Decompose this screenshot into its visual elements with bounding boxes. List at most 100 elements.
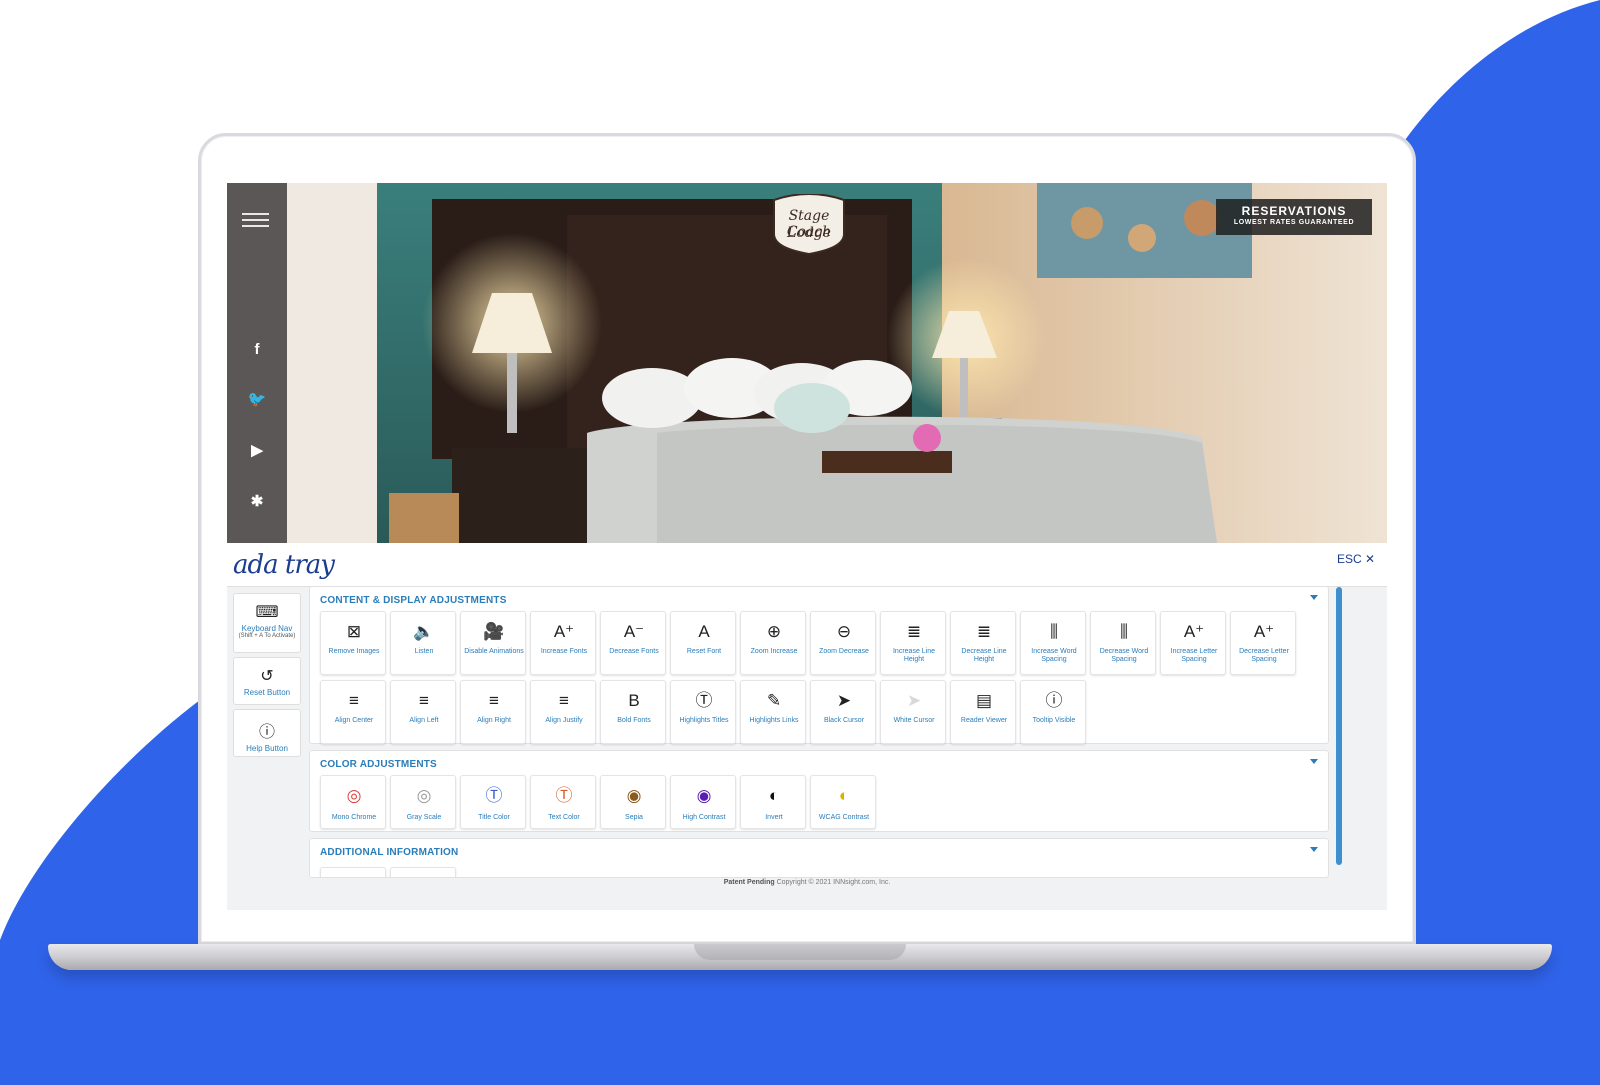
- copyright-text: Copyright © 2021 INNsight.com, Inc.: [774, 879, 891, 886]
- help-button[interactable]: ⓘ Help Button: [233, 709, 301, 757]
- site-left-sidebar: f 🐦 ▶ ✱: [227, 183, 287, 543]
- title-color-button[interactable]: Ⓣ Title Color: [460, 775, 526, 829]
- gray-scale-button[interactable]: ◎ Gray Scale: [390, 775, 456, 829]
- color-adjustments-title: COLOR ADJUSTMENTS: [320, 759, 437, 770]
- keyboard-nav-hint: (Shift + A To Activate): [238, 633, 296, 639]
- mono-chrome-icon: ◎: [346, 786, 362, 805]
- gray-scale-label: Gray Scale: [406, 814, 442, 821]
- increase-fonts-label: Increase Fonts: [540, 648, 588, 655]
- increase-word-spacing-label: Increase Word Spacing: [1031, 648, 1077, 663]
- facebook-icon[interactable]: f: [247, 341, 267, 361]
- remove-images-label: Remove Images: [328, 648, 380, 655]
- mono-chrome-label: Mono Chrome: [331, 814, 377, 821]
- esc-close-button[interactable]: ESC ✕: [1337, 552, 1375, 566]
- increase-letter-spacing-label: Increase Letter Spacing: [1170, 648, 1218, 663]
- zoom-increase-button[interactable]: ⊕ Zoom Increase: [740, 611, 806, 675]
- zoom-decrease-label: Zoom Decrease: [819, 648, 869, 655]
- increase-line-height-button[interactable]: ≣ Increase Line Height: [880, 611, 946, 675]
- zoom-decrease-button[interactable]: ⊖ Zoom Decrease: [810, 611, 876, 675]
- patent-pending-label: Patent Pending: [723, 879, 775, 886]
- decrease-line-height-button[interactable]: ≣ Decrease Line Height: [950, 611, 1016, 675]
- high-contrast-icon: ◉: [696, 786, 712, 805]
- reset-button[interactable]: ↺ Reset Button: [233, 657, 301, 705]
- increase-word-spacing-button[interactable]: ⫼ Increase Word Spacing: [1020, 611, 1086, 675]
- additional-tile[interactable]: [390, 867, 456, 877]
- remove-images-button[interactable]: ⊠ Remove Images: [320, 611, 386, 675]
- increase-letter-spacing-button[interactable]: A⁺ Increase Letter Spacing: [1160, 611, 1226, 675]
- decrease-line-height-label: Decrease Line Height: [961, 648, 1007, 663]
- zoom-decrease-icon: ⊖: [836, 622, 852, 641]
- white-cursor-icon: ➤: [906, 691, 922, 710]
- align-center-button[interactable]: ≡ Align Center: [320, 680, 386, 744]
- decrease-fonts-label: Decrease Fonts: [609, 648, 659, 655]
- align-center-icon: ≡: [349, 691, 359, 710]
- highlights-links-button[interactable]: ✎ Highlights Links: [740, 680, 806, 744]
- remove-images-icon: ⊠: [346, 622, 362, 641]
- collapse-chevron-icon[interactable]: [1310, 595, 1318, 600]
- bold-fonts-button[interactable]: B Bold Fonts: [600, 680, 666, 744]
- disable-animations-button[interactable]: 🎥 Disable Animations: [460, 611, 526, 675]
- increase-fonts-icon: A⁺: [553, 622, 575, 641]
- keyboard-nav-button[interactable]: ⌨ Keyboard Nav (Shift + A To Activate): [233, 593, 301, 653]
- blue-floor: [0, 955, 1600, 1085]
- yelp-icon[interactable]: ✱: [247, 492, 267, 512]
- invert-icon: ◐: [768, 786, 780, 805]
- align-justify-button[interactable]: ≡ Align Justify: [530, 680, 596, 744]
- collapse-chevron-icon[interactable]: [1310, 847, 1318, 852]
- align-right-button[interactable]: ≡ Align Right: [460, 680, 526, 744]
- align-left-button[interactable]: ≡ Align Left: [390, 680, 456, 744]
- tray-scrollbar[interactable]: [1336, 587, 1342, 865]
- wcag-contrast-button[interactable]: ◐ WCAG Contrast: [810, 775, 876, 829]
- wcag-contrast-label: WCAG Contrast: [818, 814, 870, 821]
- tooltip-visible-button[interactable]: ⓘ Tooltip Visible: [1020, 680, 1086, 744]
- high-contrast-label: High Contrast: [682, 814, 726, 821]
- decrease-word-spacing-button[interactable]: ⫼ Decrease Word Spacing: [1090, 611, 1156, 675]
- high-contrast-button[interactable]: ◉ High Contrast: [670, 775, 736, 829]
- twitter-icon[interactable]: 🐦: [247, 390, 267, 410]
- align-right-icon: ≡: [489, 691, 499, 710]
- decrease-letter-spacing-label: Decrease Letter Spacing: [1239, 648, 1289, 663]
- collapse-chevron-icon[interactable]: [1310, 759, 1318, 764]
- highlights-titles-icon: Ⓣ: [695, 691, 713, 710]
- increase-word-spacing-icon: ⫼: [1050, 622, 1058, 641]
- reset-font-button[interactable]: A Reset Font: [670, 611, 736, 675]
- additional-tile[interactable]: [320, 867, 386, 877]
- wcag-contrast-icon: ◐: [838, 786, 850, 805]
- reset-button-label: Reset Button: [243, 688, 291, 697]
- align-right-label: Align Right: [477, 717, 511, 724]
- white-cursor-button[interactable]: ➤ White Cursor: [880, 680, 946, 744]
- youtube-icon[interactable]: ▶: [247, 441, 267, 461]
- reservations-title: RESERVATIONS: [1241, 204, 1347, 218]
- text-color-button[interactable]: Ⓣ Text Color: [530, 775, 596, 829]
- content-display-panel: CONTENT & DISPLAY ADJUSTMENTS ⊠ Remove Im…: [309, 586, 1329, 744]
- promo-stage: f 🐦 ▶ ✱ Stage Coach Lodge RESERVATIONS L…: [0, 0, 1600, 1085]
- highlights-titles-button[interactable]: Ⓣ Highlights Titles: [670, 680, 736, 744]
- invert-button[interactable]: ◐ Invert: [740, 775, 806, 829]
- sepia-button[interactable]: ◉ Sepia: [600, 775, 666, 829]
- decrease-letter-spacing-button[interactable]: A⁺ Decrease Letter Spacing: [1230, 611, 1296, 675]
- increase-fonts-button[interactable]: A⁺ Increase Fonts: [530, 611, 596, 675]
- site-logo[interactable]: Stage Coach Lodge: [766, 194, 852, 256]
- title-color-label: Title Color: [478, 814, 510, 821]
- decrease-fonts-icon: A⁻: [623, 622, 645, 641]
- text-color-icon: Ⓣ: [555, 786, 573, 805]
- ada-tray-side-controls: ⌨ Keyboard Nav (Shift + A To Activate) ↺…: [227, 587, 303, 910]
- listen-button[interactable]: 🔈 Listen: [390, 611, 456, 675]
- zoom-increase-label: Zoom Increase: [750, 648, 798, 655]
- additional-information-title: ADDITIONAL INFORMATION: [320, 847, 459, 858]
- mono-chrome-button[interactable]: ◎ Mono Chrome: [320, 775, 386, 829]
- listen-icon: 🔈: [413, 622, 435, 641]
- reservations-button[interactable]: RESERVATIONS LOWEST RATES GUARANTEED: [1216, 199, 1372, 235]
- ada-tray-logo: ada tray: [233, 550, 335, 580]
- decrease-fonts-button[interactable]: A⁻ Decrease Fonts: [600, 611, 666, 675]
- align-justify-label: Align Justify: [545, 717, 583, 724]
- white-cursor-label: White Cursor: [893, 717, 935, 724]
- black-cursor-button[interactable]: ➤ Black Cursor: [810, 680, 876, 744]
- color-adjustments-panel: COLOR ADJUSTMENTS ◎ Mono Chrome ◎ Gray Scal…: [309, 750, 1329, 832]
- reader-viewer-button[interactable]: ▤ Reader Viewer: [950, 680, 1016, 744]
- disable-animations-icon: 🎥: [483, 622, 505, 641]
- hamburger-menu-icon[interactable]: [242, 213, 269, 227]
- ada-tray-header: ada tray ESC ✕: [227, 543, 1387, 587]
- bold-fonts-icon: B: [628, 691, 640, 710]
- keyboard-icon: ⌨: [255, 604, 279, 621]
